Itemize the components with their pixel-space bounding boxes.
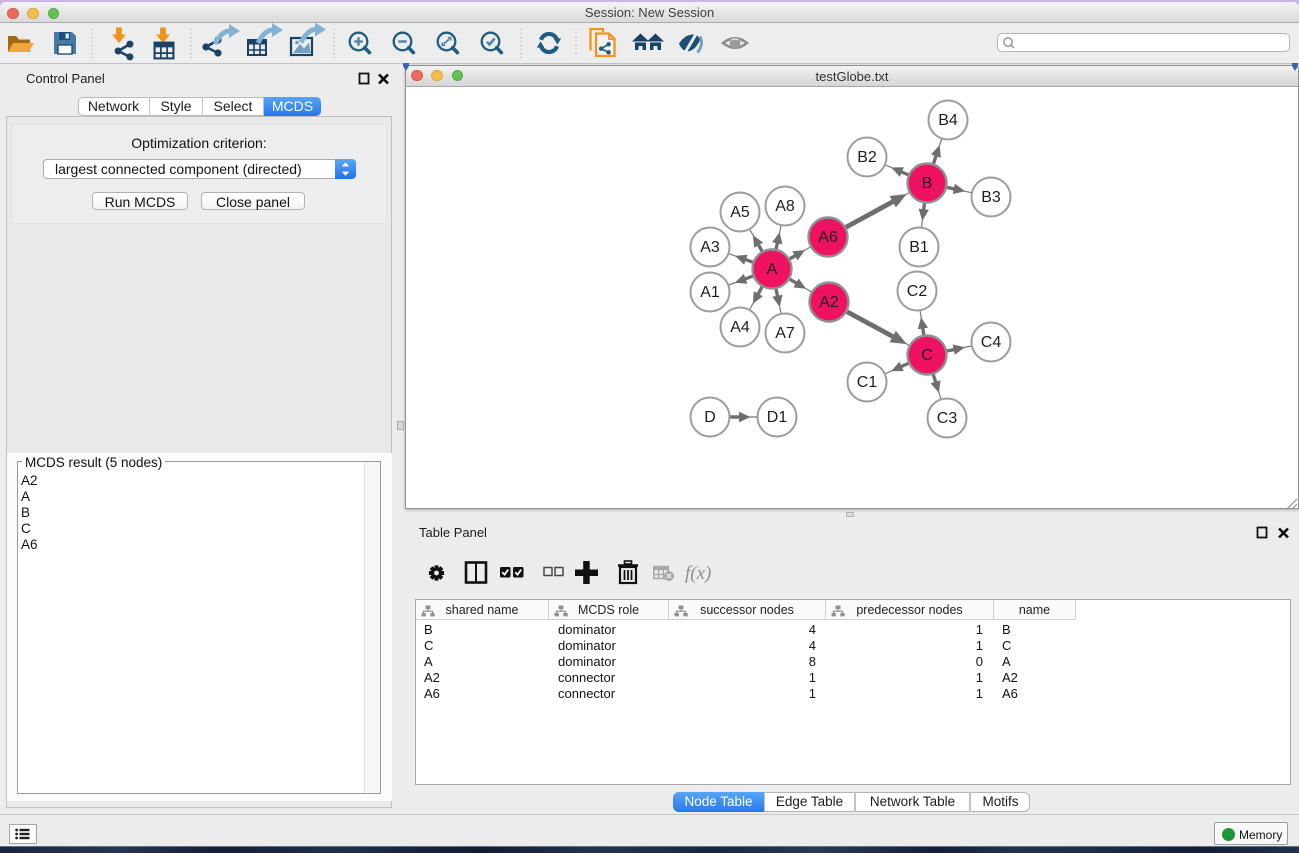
svg-text:D1: D1 (767, 409, 788, 426)
svg-text:f(x): f(x) (685, 563, 711, 584)
svg-text:B2: B2 (857, 149, 877, 166)
svg-text:A: A (767, 261, 778, 278)
svg-text:B1: B1 (909, 239, 929, 256)
svg-text:A3: A3 (700, 239, 720, 256)
svg-text:C3: C3 (937, 410, 958, 427)
svg-text:B4: B4 (938, 112, 958, 129)
svg-text:A7: A7 (775, 325, 795, 342)
svg-text:C1: C1 (857, 374, 878, 391)
svg-text:C2: C2 (907, 283, 928, 300)
svg-text:C4: C4 (981, 334, 1002, 351)
svg-text:B3: B3 (981, 189, 1001, 206)
svg-text:B: B (922, 175, 933, 192)
svg-text:A4: A4 (730, 319, 750, 336)
svg-text:C: C (921, 347, 933, 364)
svg-text:A6: A6 (818, 229, 838, 246)
svg-text:A5: A5 (730, 204, 750, 221)
svg-text:A8: A8 (775, 198, 795, 215)
svg-text:D: D (704, 409, 716, 426)
svg-text:A2: A2 (819, 294, 839, 311)
svg-text:A1: A1 (700, 284, 720, 301)
